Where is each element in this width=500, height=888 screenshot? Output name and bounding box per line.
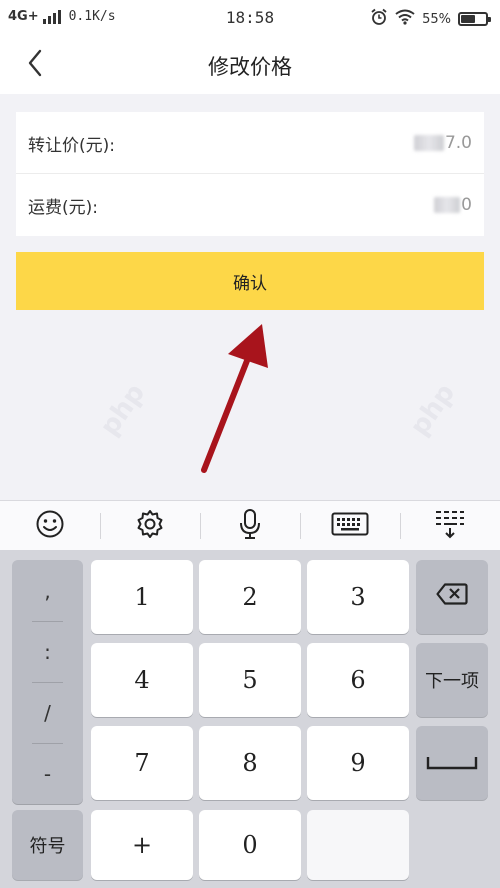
space-icon: [426, 749, 478, 777]
symbol-panel: , : / -: [12, 560, 83, 804]
nav-bar: 修改价格: [0, 36, 500, 94]
key-dash[interactable]: -: [12, 743, 83, 804]
backspace-icon: [436, 583, 468, 611]
battery-icon: [458, 12, 491, 26]
key-3[interactable]: 3: [307, 560, 409, 634]
key-comma[interactable]: ,: [12, 560, 83, 621]
keyboard-toolbar: [0, 500, 500, 550]
keyboard-switch-button[interactable]: [300, 501, 400, 550]
alarm-icon: [370, 8, 388, 30]
key-6[interactable]: 6: [307, 643, 409, 717]
key-8[interactable]: 8: [199, 726, 301, 800]
hide-keyboard-button[interactable]: [400, 501, 500, 550]
annotation-arrow: [201, 324, 268, 473]
key-colon[interactable]: :: [12, 621, 83, 682]
shipping-input[interactable]: 0: [434, 195, 472, 215]
key-4[interactable]: 4: [91, 643, 193, 717]
key-dot[interactable]: [307, 810, 409, 880]
key-9[interactable]: 9: [307, 726, 409, 800]
transfer-price-input[interactable]: 7.0: [413, 133, 472, 153]
confirm-button[interactable]: 确认: [16, 252, 484, 310]
key-5[interactable]: 5: [199, 643, 301, 717]
microphone-icon: [238, 508, 262, 544]
battery-percent: 55%: [422, 11, 451, 27]
keyboard-icon: [331, 512, 369, 540]
shipping-row[interactable]: 运费(元): 0: [16, 174, 484, 236]
symbols-key[interactable]: 符号: [12, 810, 83, 880]
shipping-label: 运费(元):: [28, 197, 98, 218]
key-plus[interactable]: +: [91, 810, 193, 880]
gear-icon: [134, 508, 166, 544]
key-slash[interactable]: /: [12, 682, 83, 743]
backspace-key[interactable]: [416, 560, 488, 634]
shipping-value: 0: [461, 195, 472, 215]
redacted-digits: [413, 135, 444, 151]
voice-input-button[interactable]: [200, 501, 300, 550]
space-key[interactable]: [416, 726, 488, 800]
key-0[interactable]: 0: [199, 810, 301, 880]
price-form: 转让价(元): 7.0 运费(元): 0: [16, 112, 484, 236]
status-right: 55%: [370, 8, 491, 30]
battery-fill: [461, 15, 476, 23]
emoji-button[interactable]: [0, 501, 100, 550]
numeric-keyboard: , : / - 符号 1 2 3 4 5 6 7 8 9 + 0 下一项: [0, 550, 500, 888]
status-bar: 4G+ 0.1K/s 18:58 55%: [0, 0, 500, 36]
watermark: php: [94, 378, 152, 442]
transfer-price-value: 7.0: [444, 133, 472, 153]
page-title: 修改价格: [208, 55, 292, 79]
transfer-price-row[interactable]: 转让价(元): 7.0: [16, 112, 484, 174]
key-7[interactable]: 7: [91, 726, 193, 800]
emoji-icon: [35, 509, 65, 543]
key-1[interactable]: 1: [91, 560, 193, 634]
redacted-digits: [434, 197, 461, 213]
transfer-price-label: 转让价(元):: [28, 135, 115, 156]
settings-button[interactable]: [100, 501, 200, 550]
next-field-key[interactable]: 下一项: [416, 643, 488, 717]
keyboard-collapse-icon: [433, 508, 467, 544]
wifi-icon: [395, 9, 415, 29]
watermark: php: [404, 378, 462, 442]
key-2[interactable]: 2: [199, 560, 301, 634]
